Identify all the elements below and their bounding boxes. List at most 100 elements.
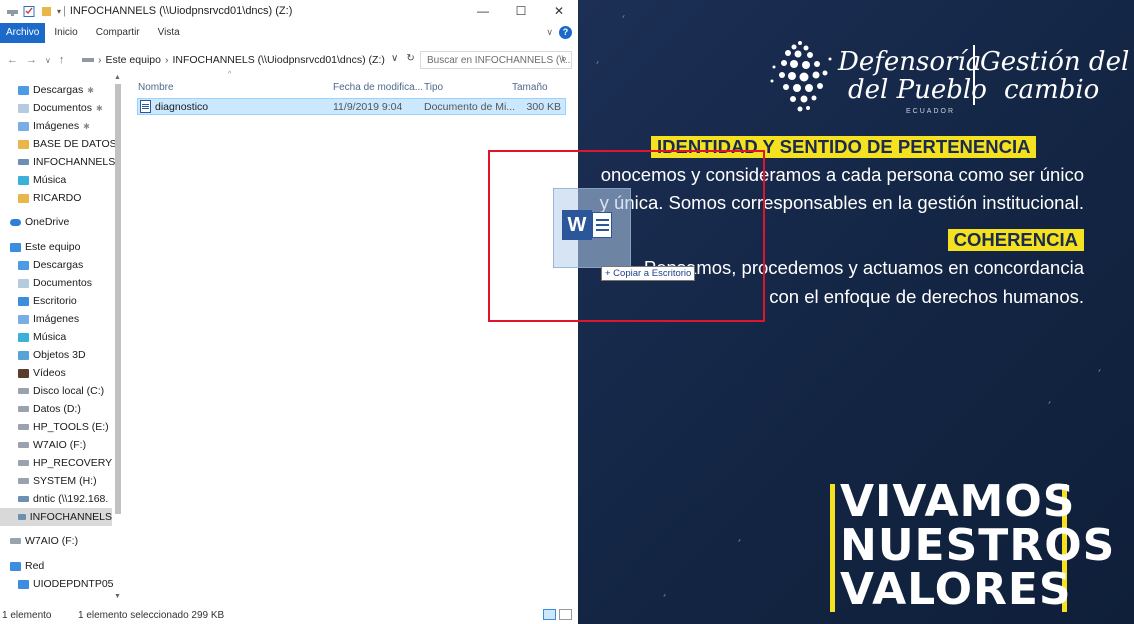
pictures-folder-icon — [18, 314, 29, 324]
maximize-button[interactable]: ☐ — [502, 0, 540, 22]
decor-dash — [663, 593, 666, 598]
file-explorer-window: ▾ | INFOCHANNELS (\\Uiodpnsrvcd01\dncs) … — [0, 0, 578, 624]
sidebar-item[interactable]: Red — [0, 557, 44, 575]
tab-inicio[interactable]: Inicio — [45, 23, 86, 43]
column-tipo[interactable]: Tipo — [424, 82, 443, 93]
tab-compartir[interactable]: Compartir — [87, 23, 149, 43]
sidebar-item[interactable]: Descargas — [0, 256, 83, 274]
tab-archivo[interactable]: Archivo — [0, 23, 46, 43]
network-drive-icon — [18, 514, 26, 520]
decor-dash — [1098, 368, 1101, 373]
sidebar-item[interactable]: BASE DE DATOS — [0, 135, 117, 153]
breadcrumb-infochannels[interactable]: INFOCHANNELS (\\Uiodpnsrvcd01\dncs) (Z:) — [172, 54, 384, 66]
scroll-down-icon[interactable]: ▼ — [114, 593, 121, 600]
sidebar-item-label: HP_TOOLS (E:) — [33, 421, 109, 433]
nav-scrollbar[interactable]: ▲ ▼ — [114, 74, 122, 600]
sidebar-item[interactable]: Imágenes — [0, 310, 79, 328]
minimize-button[interactable]: — — [464, 0, 502, 22]
documents-folder-icon — [18, 278, 29, 288]
folder-icon — [18, 193, 29, 203]
refresh-icon[interactable]: ↻ — [406, 53, 414, 64]
breadcrumb-chevron-icon: › — [98, 54, 102, 66]
sidebar-item[interactable]: W7AIO (F:) — [0, 436, 86, 454]
sidebar-item-label: Disco local (C:) — [33, 385, 105, 397]
sidebar-item[interactable]: Documentos — [0, 274, 92, 292]
local-disk-icon — [18, 388, 29, 394]
file-row-diagnostico[interactable]: diagnostico 11/9/2019 9:04 Documento de … — [137, 98, 566, 115]
sidebar-item[interactable]: Imágenes ✱ — [0, 117, 90, 135]
word-icon: W — [562, 210, 592, 240]
help-icon[interactable]: ? — [559, 26, 572, 39]
column-headers: Nombre Fecha de modifica... Tipo Tamaño — [138, 80, 568, 96]
scroll-thumb[interactable] — [115, 84, 121, 514]
sidebar-item-label: Datos (D:) — [33, 403, 81, 415]
up-arrow-icon[interactable]: ↑ — [59, 54, 65, 66]
pin-icon: ✱ — [83, 121, 90, 131]
breadcrumb-este-equipo[interactable]: Este equipo — [106, 54, 161, 66]
ribbon-tabs: Archivo Inicio Compartir Vista ∨ ? — [0, 23, 578, 43]
network-icon — [10, 561, 21, 571]
logo-ecuador: ECUADOR — [906, 108, 956, 115]
sidebar-item-label: Objetos 3D — [33, 349, 86, 361]
column-tamano[interactable]: Tamaño — [512, 82, 548, 93]
sidebar-item-label: Imágenes — [33, 120, 80, 132]
scroll-up-icon[interactable]: ▲ — [114, 74, 121, 81]
sidebar-item[interactable]: Disco local (C:) — [0, 382, 104, 400]
search-input[interactable]: Buscar en INFOCHANNELS (\\... ⌕ — [420, 51, 572, 69]
sidebar-item[interactable]: Objetos 3D — [0, 346, 86, 364]
sidebar-item[interactable]: INFOCHANNELS — [0, 508, 112, 526]
sidebar-item[interactable]: OneDrive — [0, 213, 69, 231]
column-fecha[interactable]: Fecha de modifica... — [333, 82, 423, 93]
word-page-icon — [592, 212, 612, 238]
recent-locations-icon[interactable]: ∨ — [45, 56, 51, 65]
music-folder-icon — [18, 332, 29, 342]
computer-icon — [18, 579, 29, 589]
sidebar-item[interactable]: HP_RECOVERY ( — [0, 454, 118, 472]
sidebar-item[interactable]: Este equipo — [0, 238, 80, 256]
sidebar-item[interactable]: Descargas ✱ — [0, 81, 94, 99]
column-nombre[interactable]: Nombre — [138, 82, 174, 93]
onedrive-icon — [10, 218, 21, 226]
file-type: Documento de Mi... — [424, 101, 516, 113]
customize-qat-icon[interactable]: ▾ — [57, 7, 61, 16]
details-view-icon[interactable] — [543, 609, 556, 620]
sidebar-item[interactable]: Documentos ✱ — [0, 99, 103, 117]
sidebar-item-label: OneDrive — [25, 216, 70, 228]
large-icons-view-icon[interactable] — [559, 609, 572, 620]
sidebar-item[interactable]: Música — [0, 171, 66, 189]
sidebar-item[interactable]: Vídeos — [0, 364, 66, 382]
sidebar-item[interactable]: W7AIO (F:) — [0, 532, 78, 550]
music-folder-icon — [18, 175, 29, 185]
new-folder-icon[interactable] — [40, 6, 53, 17]
forward-arrow-icon[interactable]: → — [26, 54, 37, 66]
sidebar-item-label: HP_RECOVERY ( — [33, 457, 119, 469]
sidebar-item[interactable]: Música — [0, 328, 66, 346]
sidebar-item-label: INFOCHANNELS — [33, 156, 116, 168]
sidebar-item-label: Imágenes — [33, 313, 80, 325]
sidebar-item[interactable]: RICARDO — [0, 189, 81, 207]
sidebar-item[interactable]: INFOCHANNELS — [0, 153, 115, 171]
close-button[interactable]: ✕ — [540, 0, 578, 22]
back-arrow-icon[interactable]: ← — [7, 54, 18, 66]
sidebar-item[interactable]: dntic (\\192.168. — [0, 490, 108, 508]
videos-folder-icon — [18, 368, 29, 378]
file-date: 11/9/2019 9:04 — [333, 101, 403, 113]
sidebar-item-label: dntic (\\192.168. — [33, 493, 109, 505]
sidebar-item[interactable]: HP_TOOLS (E:) — [0, 418, 109, 436]
address-dropdown-icon[interactable]: ∨ — [391, 53, 398, 64]
sort-ascending-icon: ^ — [228, 71, 232, 78]
sidebar-item-label: Descargas — [33, 84, 84, 96]
drive-icon — [18, 424, 29, 430]
address-bar[interactable]: › Este equipo › INFOCHANNELS (\\Uiodpnsr… — [80, 49, 414, 71]
properties-checkbox-icon[interactable] — [23, 5, 36, 17]
sidebar-item[interactable]: SYSTEM (H:) — [0, 472, 97, 490]
sidebar-item-label: SYSTEM (H:) — [33, 475, 97, 487]
logo: Defensoría del Pueblo ECUADOR Gestión de… — [766, 37, 1129, 122]
sidebar-item[interactable]: Escritorio — [0, 292, 77, 310]
search-icon: ⌕ — [560, 53, 567, 65]
sidebar-item[interactable]: Datos (D:) — [0, 400, 81, 418]
logo-divider — [973, 45, 975, 105]
expand-ribbon-icon[interactable]: ∨ — [546, 27, 553, 38]
tab-vista[interactable]: Vista — [149, 23, 189, 43]
sidebar-item[interactable]: UIODEPDNTP05 — [0, 575, 114, 593]
